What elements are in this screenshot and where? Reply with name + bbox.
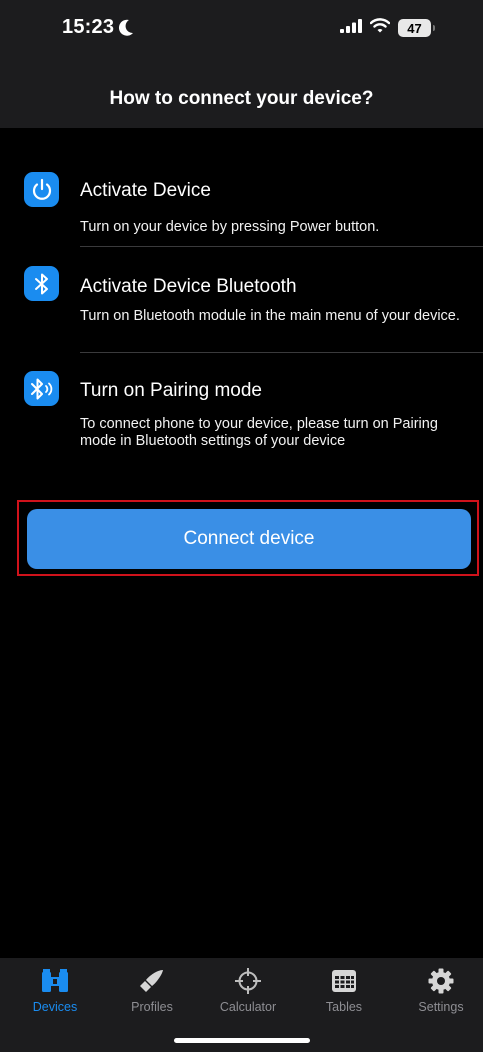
status-time-text: 15:23 (62, 16, 115, 38)
tab-profiles[interactable]: Profiles (104, 966, 200, 1014)
signal-icon (340, 18, 362, 38)
crosshair-icon (232, 966, 264, 996)
tab-calculator[interactable]: Calculator (200, 966, 296, 1014)
tab-settings[interactable]: Settings (393, 966, 483, 1014)
wifi-icon (369, 18, 391, 38)
bluetooth-pairing-icon (24, 371, 59, 406)
step-title: Activate Device Bluetooth (80, 276, 297, 297)
header: 15:23 47 How to connect your device? (0, 0, 483, 128)
tab-label: Profiles (131, 1000, 173, 1014)
bullet-icon (136, 966, 168, 996)
connect-device-button[interactable]: Connect device (27, 509, 471, 569)
step-title: Activate Device (80, 180, 211, 201)
battery-icon: 47 (398, 19, 435, 37)
tab-label: Settings (418, 1000, 464, 1014)
step-description: Turn on your device by pressing Power bu… (80, 219, 380, 235)
tab-label: Devices (32, 1000, 78, 1014)
tab-bar: Devices Profiles Calculator Tables Setti… (0, 958, 483, 1052)
binoculars-icon (39, 966, 71, 996)
step-title: Turn on Pairing mode (80, 380, 263, 401)
battery-level: 47 (407, 20, 422, 36)
status-time: 15:23 (62, 16, 134, 39)
tab-devices[interactable]: Devices (7, 966, 103, 1014)
status-bar: 15:23 47 (0, 0, 483, 60)
tab-label: Calculator (219, 1000, 277, 1014)
divider (80, 246, 483, 247)
home-indicator[interactable] (174, 1038, 310, 1043)
tab-label: Tables (325, 1000, 363, 1014)
bluetooth-icon (24, 266, 59, 301)
status-icons: 47 (340, 18, 435, 38)
power-icon (24, 172, 59, 207)
page-title: How to connect your device? (109, 88, 374, 109)
table-icon (328, 966, 360, 996)
tab-tables[interactable]: Tables (296, 966, 392, 1014)
divider (80, 352, 483, 353)
moon-icon (118, 19, 134, 37)
step-description: Turn on Bluetooth module in the main men… (80, 308, 460, 324)
step-description: To connect phone to your device, please … (80, 416, 438, 449)
gear-icon (425, 966, 457, 996)
